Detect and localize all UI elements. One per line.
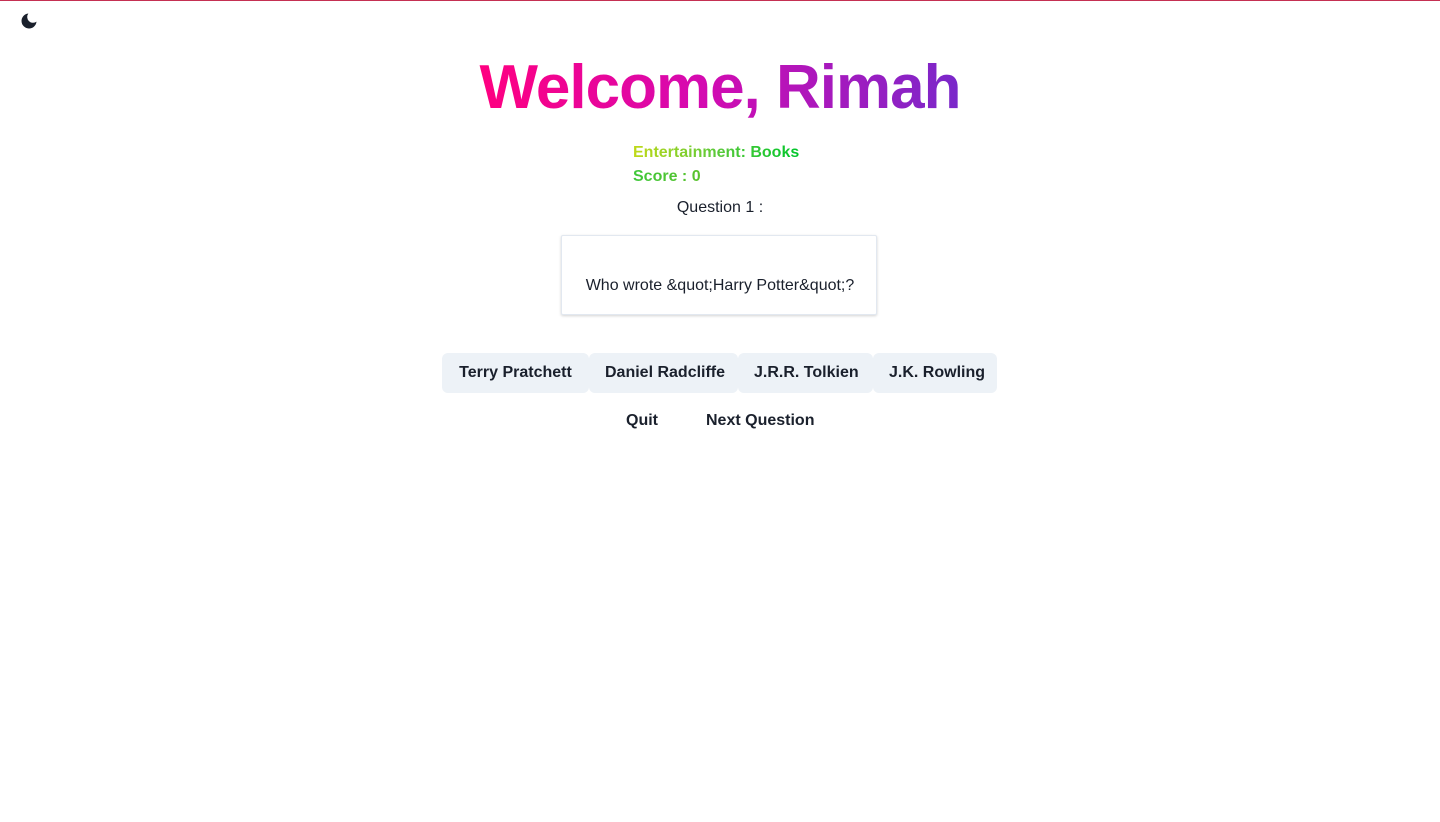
- theme-toggle-button[interactable]: [16, 9, 42, 33]
- question-number: Question 1 :: [676, 199, 764, 216]
- answer-button-jrr-tolkien[interactable]: J.R.R. Tolkien: [738, 353, 873, 393]
- quiz-actions: Quit Next Question: [0, 409, 1440, 433]
- answer-button-daniel-radcliffe[interactable]: Daniel Radcliffe: [589, 353, 738, 393]
- question-card: Who wrote &quot;Harry Potter&quot;?: [561, 235, 877, 315]
- answer-button-jk-rowling[interactable]: J.K. Rowling: [873, 353, 997, 393]
- top-accent-border: [0, 0, 1440, 1]
- moon-icon: [21, 13, 37, 29]
- welcome-title: Welcome, Rimah: [0, 52, 1440, 124]
- category-label: Entertainment: Books: [633, 141, 799, 165]
- quit-button[interactable]: Quit: [626, 409, 658, 433]
- next-question-button[interactable]: Next Question: [706, 409, 814, 433]
- question-text: Who wrote &quot;Harry Potter&quot;?: [585, 277, 855, 294]
- quiz-meta: Entertainment: Books Score : 0: [633, 141, 799, 189]
- answer-button-terry-pratchett[interactable]: Terry Pratchett: [442, 353, 589, 393]
- welcome-title-text: Welcome, Rimah: [479, 53, 961, 122]
- quiz-page: Welcome, Rimah Entertainment: Books Scor…: [0, 0, 1440, 822]
- answer-options: Terry Pratchett Daniel Radcliffe J.R.R. …: [442, 353, 997, 393]
- score-label: Score : 0: [633, 165, 799, 189]
